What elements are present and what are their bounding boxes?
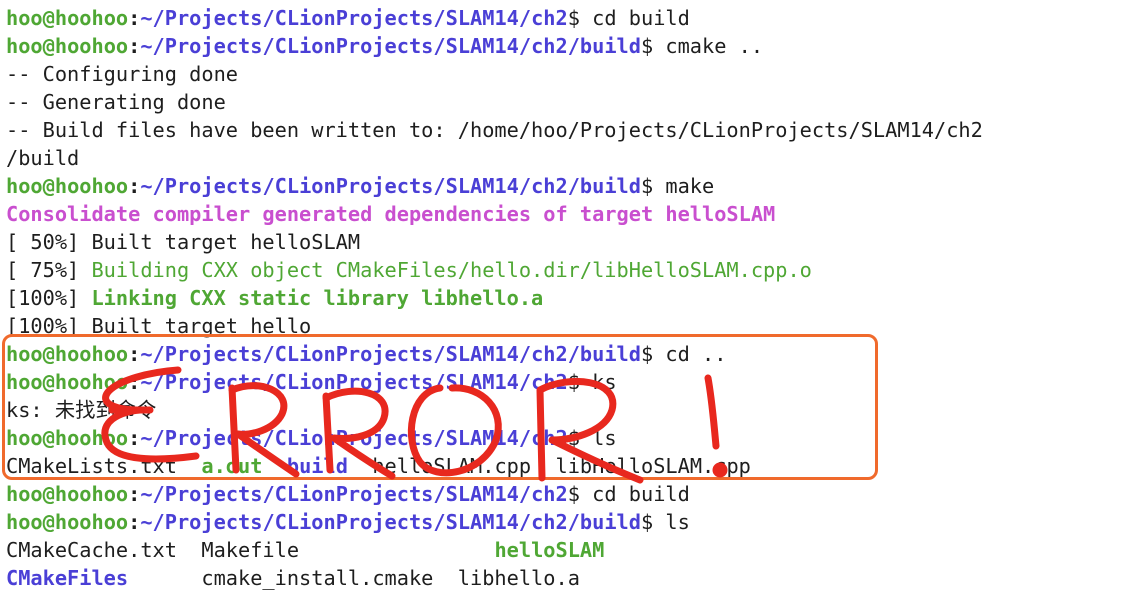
terminal-line: [ 75%] Building CXX object CMakeFiles/he…	[6, 256, 1126, 284]
prompt-path: ~/Projects/CLionProjects/SLAM14/ch2	[140, 482, 568, 506]
command-text: cd build	[592, 482, 690, 506]
terminal-line: hoo@hoohoo:~/Projects/CLionProjects/SLAM…	[6, 32, 1126, 60]
prompt-dollar: $	[640, 510, 666, 534]
file-gap	[177, 538, 201, 562]
prompt-at: @	[42, 6, 55, 30]
prompt-path: ~/Projects/CLionProjects/SLAM14/ch2	[140, 6, 568, 30]
file-gap	[299, 538, 494, 562]
terminal-line: [100%] Linking CXX static library libhel…	[6, 284, 1126, 312]
terminal-line: hoo@hoohoo:~/Projects/CLionProjects/SLAM…	[6, 172, 1126, 200]
terminal-line: CMakeFiles cmake_install.cmake libhello.…	[6, 564, 1126, 592]
prompt-path: ~/Projects/CLionProjects/SLAM14/ch2/buil…	[140, 34, 641, 58]
output-text: /build	[6, 146, 80, 170]
error-highlight-box	[2, 334, 878, 480]
prompt-colon: :	[128, 510, 141, 534]
prompt-user: hoo	[6, 34, 43, 58]
file-entry: CMakeFiles	[6, 566, 129, 590]
prompt-host: hoohoo	[54, 34, 129, 58]
file-gap	[128, 566, 201, 590]
prompt-host: hoohoo	[54, 510, 129, 534]
prompt-colon: :	[128, 482, 141, 506]
output-text: -- Generating done	[6, 90, 226, 114]
terminal-line: Consolidate compiler generated dependenc…	[6, 200, 1126, 228]
command-text: cd build	[592, 6, 690, 30]
terminal-line: -- Build files have been written to: /ho…	[6, 116, 1126, 144]
output-text: -- Configuring done	[6, 62, 238, 86]
file-entry: Makefile	[201, 538, 300, 562]
prompt-host: hoohoo	[54, 174, 129, 198]
prompt-at: @	[42, 510, 55, 534]
prompt-at: @	[42, 174, 55, 198]
prompt-dollar: $	[640, 34, 666, 58]
prompt-path: ~/Projects/CLionProjects/SLAM14/ch2/buil…	[140, 510, 641, 534]
prompt-user: hoo	[6, 174, 43, 198]
terminal-line: hoo@hoohoo:~/Projects/CLionProjects/SLAM…	[6, 508, 1126, 536]
prompt-user: hoo	[6, 510, 43, 534]
file-gap	[433, 566, 457, 590]
progress-percent: [ 75%]	[6, 258, 80, 282]
command-text: make	[665, 174, 715, 198]
file-entry: libhello.a	[457, 566, 580, 590]
progress-text: Building CXX object CMakeFiles/hello.dir…	[79, 258, 812, 282]
terminal-line: -- Configuring done	[6, 60, 1126, 88]
command-text: ls	[665, 510, 690, 534]
prompt-host: hoohoo	[54, 482, 129, 506]
terminal-line: /build	[6, 144, 1126, 172]
terminal-line: hoo@hoohoo:~/Projects/CLionProjects/SLAM…	[6, 480, 1126, 508]
file-entry: CMakeCache.txt	[6, 538, 177, 562]
prompt-dollar: $	[640, 174, 666, 198]
output-text: Consolidate compiler generated dependenc…	[6, 202, 776, 226]
terminal-line: -- Generating done	[6, 88, 1126, 116]
progress-text: Linking CXX static library libhello.a	[79, 286, 544, 310]
prompt-at: @	[42, 482, 55, 506]
prompt-host: hoohoo	[54, 6, 129, 30]
prompt-colon: :	[128, 34, 141, 58]
prompt-user: hoo	[6, 6, 43, 30]
output-text: -- Build files have been written to: /ho…	[6, 118, 983, 142]
progress-percent: [100%]	[6, 286, 80, 310]
prompt-at: @	[42, 34, 55, 58]
progress-text: Built target helloSLAM	[79, 230, 361, 254]
terminal-line: [ 50%] Built target helloSLAM	[6, 228, 1126, 256]
command-text: cmake ..	[665, 34, 764, 58]
prompt-colon: :	[128, 174, 141, 198]
prompt-colon: :	[128, 6, 141, 30]
prompt-dollar: $	[567, 482, 593, 506]
progress-percent: [ 50%]	[6, 230, 80, 254]
terminal-line: hoo@hoohoo:~/Projects/CLionProjects/SLAM…	[6, 4, 1126, 32]
prompt-user: hoo	[6, 482, 43, 506]
terminal-output[interactable]: hoo@hoohoo:~/Projects/CLionProjects/SLAM…	[6, 4, 1126, 592]
file-entry: helloSLAM	[494, 538, 605, 562]
file-entry: cmake_install.cmake	[201, 566, 434, 590]
terminal-line: CMakeCache.txt Makefile helloSLAM	[6, 536, 1126, 564]
prompt-dollar: $	[567, 6, 593, 30]
prompt-path: ~/Projects/CLionProjects/SLAM14/ch2/buil…	[140, 174, 641, 198]
